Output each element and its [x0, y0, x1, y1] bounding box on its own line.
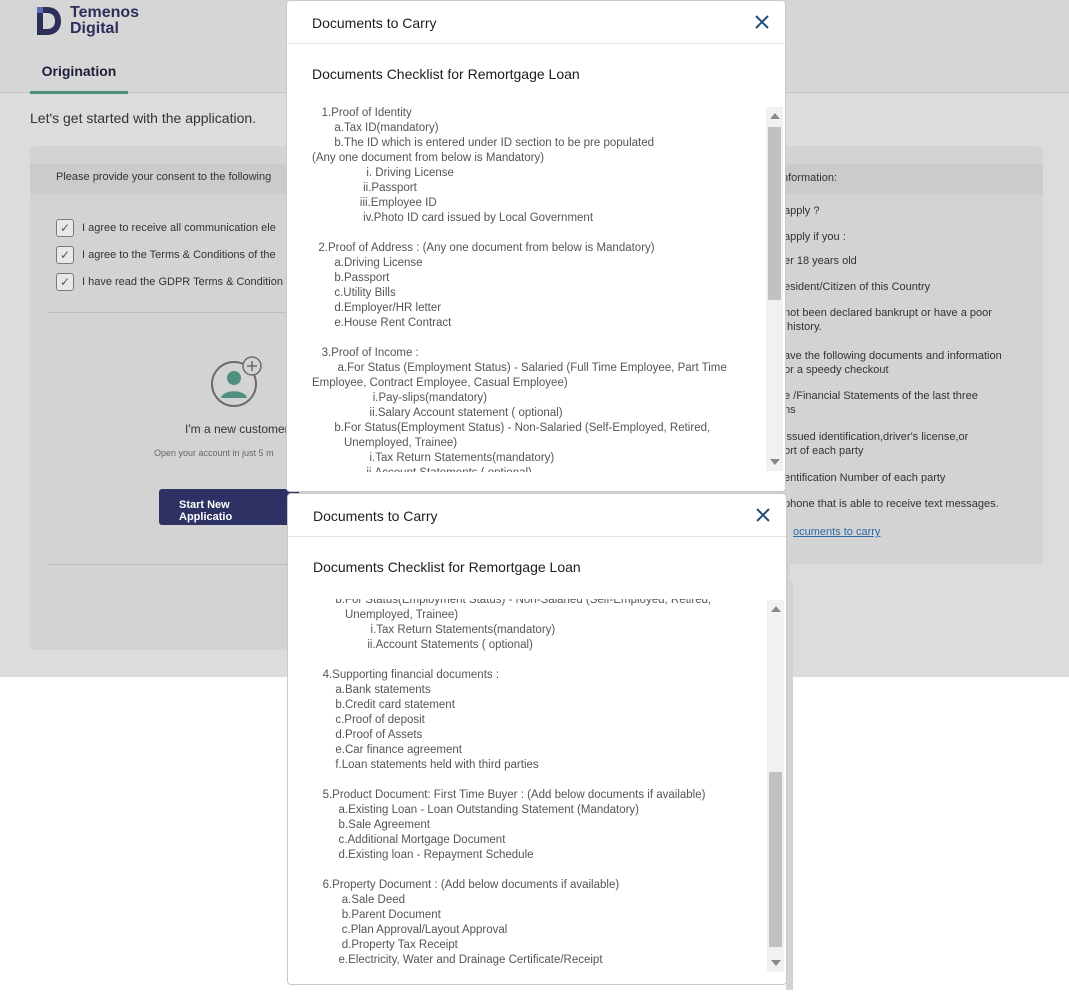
info-line: esident/Citizen of this Country	[784, 281, 931, 293]
modal-subtitle: Documents Checklist for Remortgage Loan	[313, 559, 581, 575]
document-checklist-scroll[interactable]: 1.Proof of Identity a.Tax ID(mandatory) …	[312, 106, 772, 472]
modal-title: Documents to Carry	[313, 508, 438, 524]
info-line: apply if you :	[784, 231, 846, 243]
brand-logo[interactable]: Temenos Digital	[34, 4, 139, 38]
scrollbar-thumb[interactable]	[768, 127, 781, 300]
checkbox-checked-icon[interactable]: ✓	[56, 273, 74, 291]
brand-name-line2: Digital	[70, 20, 119, 37]
info-line: not been declared bankrupt or have a poo…	[784, 307, 992, 333]
consent-item-label: I agree to the Terms & Conditions of the	[82, 249, 276, 261]
consent-item[interactable]: ✓ I agree to the Terms & Conditions of t…	[56, 246, 276, 264]
scrollbar-thumb[interactable]	[769, 772, 782, 947]
close-icon[interactable]	[754, 506, 772, 524]
info-line: phone that is able to receive text messa…	[784, 498, 999, 510]
document-checklist-scroll[interactable]: b.For Status(Employment Status) - Non-Sa…	[313, 599, 773, 971]
scroll-down-icon[interactable]	[771, 960, 781, 966]
page-intro: Let's get started with the application.	[30, 110, 257, 126]
checkbox-checked-icon[interactable]: ✓	[56, 246, 74, 264]
modal-title: Documents to Carry	[312, 15, 437, 31]
consent-item-label: I agree to receive all communication ele	[82, 222, 276, 234]
document-checklist-text: 1.Proof of Identity a.Tax ID(mandatory) …	[312, 107, 727, 472]
new-customer-avatar-icon	[210, 356, 262, 407]
background-edge	[786, 580, 793, 990]
close-icon[interactable]	[753, 13, 771, 31]
modal-divider	[287, 43, 785, 44]
info-line: er 18 years old	[784, 255, 857, 267]
info-line: apply ?	[784, 205, 820, 217]
scroll-up-icon[interactable]	[770, 113, 780, 119]
tab-origination[interactable]: Origination	[30, 63, 128, 94]
consent-item[interactable]: ✓ I have read the GDPR Terms & Condition	[56, 273, 283, 291]
checkbox-checked-icon[interactable]: ✓	[56, 219, 74, 237]
info-line: entification Number of each party	[784, 472, 946, 484]
scroll-up-icon[interactable]	[771, 606, 781, 612]
scrollbar[interactable]	[766, 107, 783, 471]
information-heading: nformation:	[762, 164, 1043, 194]
consent-item-label: I have read the GDPR Terms & Condition	[82, 276, 283, 288]
brand-logo-icon	[34, 4, 64, 38]
modal-divider	[288, 536, 786, 537]
documents-modal-bottom: Documents to Carry Documents Checklist f…	[287, 493, 787, 985]
documents-modal-top: Documents to Carry Documents Checklist f…	[286, 0, 786, 492]
document-checklist-text: b.For Status(Employment Status) - Non-Sa…	[322, 599, 712, 966]
info-line: e /Financial Statements of the last thre…	[784, 390, 978, 416]
modal-subtitle: Documents Checklist for Remortgage Loan	[312, 66, 580, 82]
documents-to-carry-link[interactable]: ocuments to carry	[793, 525, 1053, 539]
scroll-down-icon[interactable]	[770, 459, 780, 465]
new-customer-title: I'm a new customer	[185, 422, 289, 436]
new-customer-note: Open your account in just 5 m	[154, 448, 274, 458]
brand-name-line1: Temenos	[70, 4, 140, 21]
info-line: ave the following documents and informat…	[784, 350, 1002, 376]
info-line: issued identification,driver's license,o…	[784, 431, 969, 457]
scrollbar[interactable]	[767, 600, 784, 972]
start-new-application-button[interactable]: Start New Applicatio	[159, 489, 299, 525]
consent-item[interactable]: ✓ I agree to receive all communication e…	[56, 219, 276, 237]
information-card: nformation: apply ? apply if you : er 18…	[762, 146, 1043, 564]
